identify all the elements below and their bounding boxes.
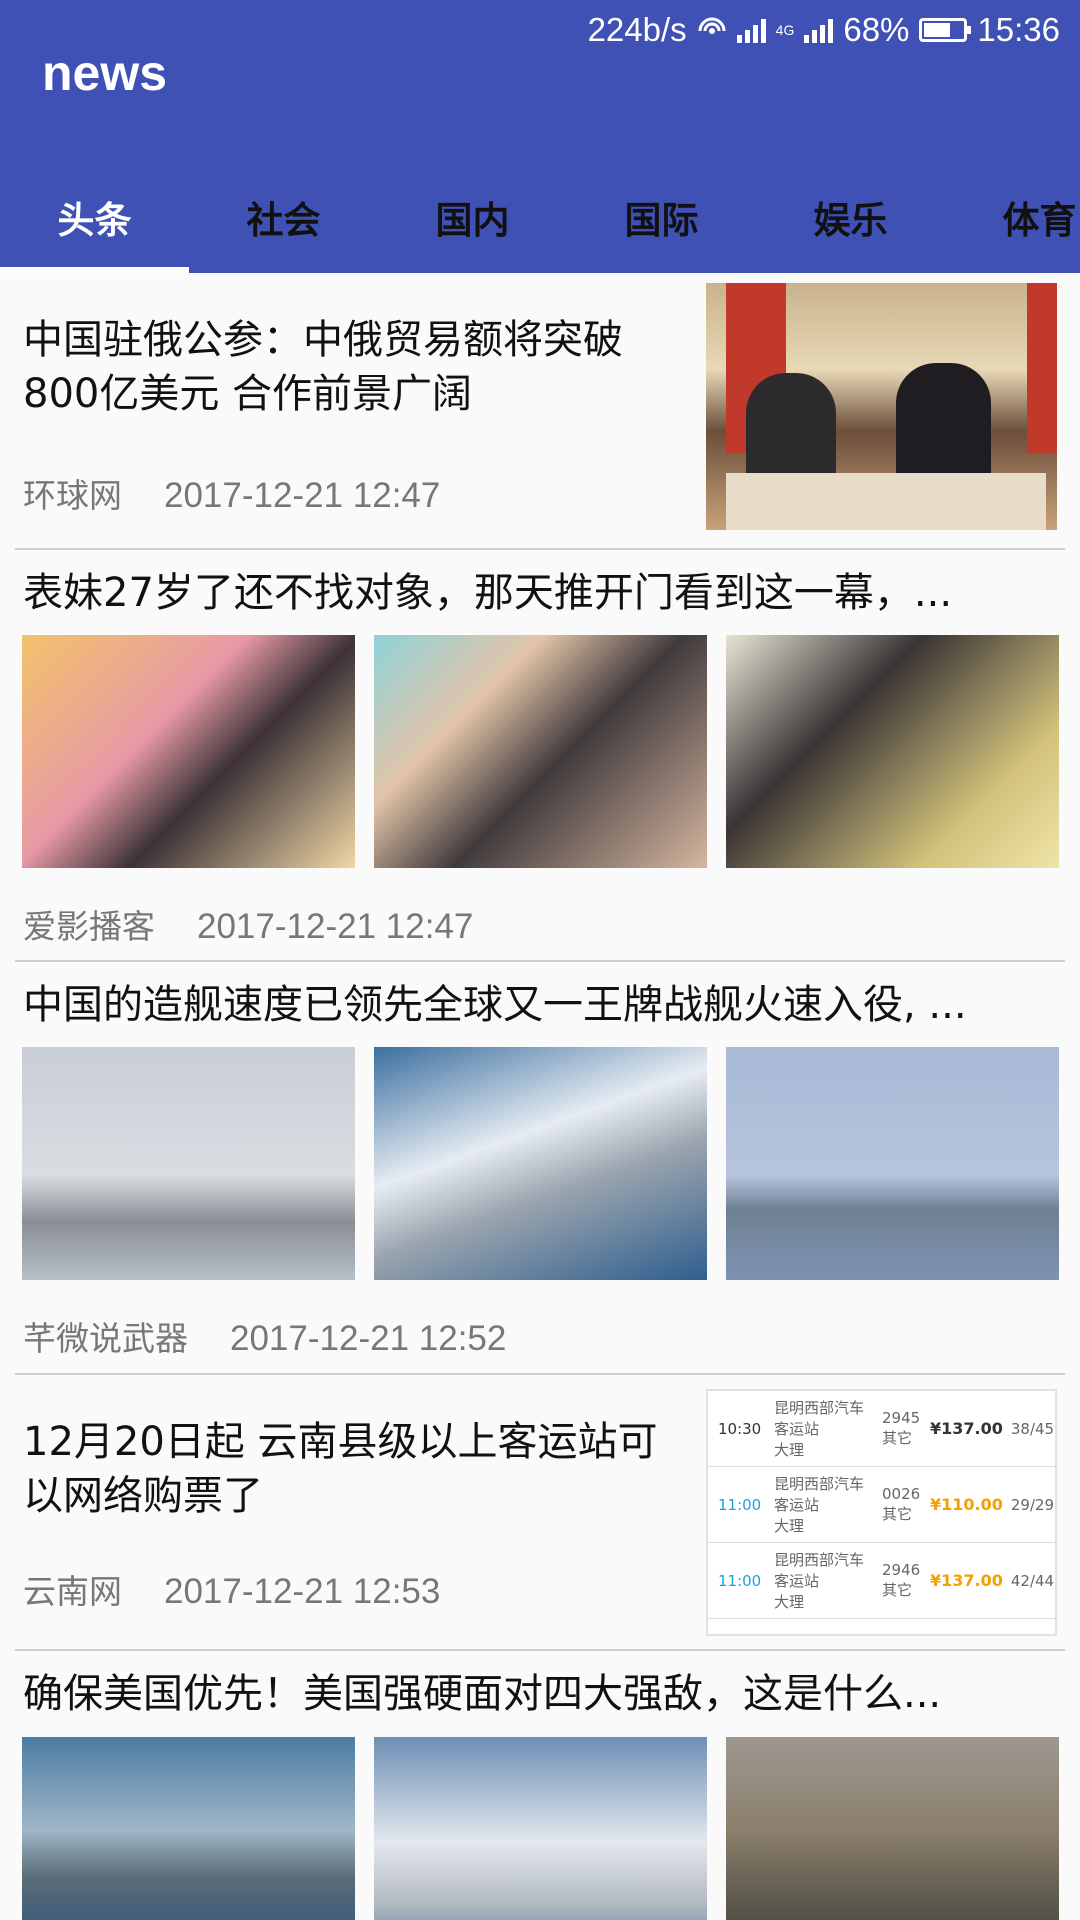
news-item[interactable]: 确保美国优先！美国强硬面对四大强敌，这是什么...	[15, 1651, 1065, 1920]
tab-sports[interactable]: 体育	[945, 170, 1080, 273]
ticket-station-name: 昆明西部汽车客运站	[774, 1551, 865, 1590]
article-title: 中国的造舰速度已领先全球又一王牌战舰火速入役, ...	[23, 982, 967, 1028]
tab-label: 头条	[57, 199, 132, 242]
ticket-time: 10:30	[718, 1419, 762, 1438]
article-title: 12月20日起 云南县级以上客运站可以网络购票了	[23, 1419, 658, 1519]
article-title: 表妹27岁了还不找对象，那天推开门看到这一幕，...	[23, 570, 953, 616]
app-bar: 224b/s 4G 68% 15:36 news 头条 社会 国内 国际 娱乐 …	[0, 0, 1080, 273]
tab-label: 娱乐	[813, 199, 888, 242]
ticket-station: 昆明西部汽车客运站大理	[774, 1473, 874, 1536]
article-image-2[interactable]	[374, 1047, 707, 1280]
article-time: 2017-12-21 12:52	[230, 1319, 507, 1358]
ticket-seats: 29/29	[1010, 1495, 1055, 1514]
tab-label: 社会	[246, 199, 321, 242]
article-thumbnail[interactable]	[706, 283, 1057, 530]
news-item[interactable]: 表妹27岁了还不找对象，那天推开门看到这一幕，... 爱影播客 2017-12-2…	[15, 550, 1065, 962]
news-item[interactable]: 中国的造舰速度已领先全球又一王牌战舰火速入役, ... 芊微说武器 2017-12…	[15, 962, 1065, 1375]
tab-label: 国际	[624, 199, 699, 242]
article-image-1[interactable]	[22, 635, 355, 868]
ticket-row: 11:00 昆明西部汽车客运站大理 2946 其它 ¥137.00 42/44	[708, 1543, 1055, 1619]
tab-entertainment[interactable]: 娱乐	[756, 170, 945, 273]
article-thumbnail[interactable]: 10:30 昆明西部汽车客运站 大理 2945 其它 ¥137.00 38/45 1…	[706, 1389, 1057, 1636]
ticket-type: 其它	[882, 1429, 913, 1447]
article-source: 芊微说武器	[23, 1319, 188, 1358]
ticket-code: 2946 其它	[882, 1561, 922, 1600]
article-source: 云南网	[23, 1572, 122, 1611]
ticket-code: 0026 其它	[882, 1485, 922, 1524]
hotspot-icon	[697, 11, 727, 49]
article-image-1[interactable]	[22, 1047, 355, 1280]
ticket-dest: 大理	[774, 1517, 805, 1535]
article-source: 爱影播客	[23, 907, 155, 946]
article-title: 中国驻俄公参：中俄贸易额将突破800亿美元 合作前景广阔	[23, 317, 623, 417]
ticket-code: 2945 其它	[882, 1409, 922, 1448]
tab-headlines[interactable]: 头条	[0, 170, 189, 273]
ticket-seats: 42/44	[1010, 1571, 1055, 1590]
ticket-dest: 大理	[774, 1593, 805, 1611]
network-speed: 224b/s	[587, 11, 687, 48]
article-time: 2017-12-21 12:53	[164, 1572, 441, 1611]
category-tabs: 头条 社会 国内 国际 娱乐 体育	[0, 170, 1080, 273]
news-feed[interactable]: 中国驻俄公参：中俄贸易额将突破800亿美元 合作前景广阔 环球网 2017-12-…	[0, 273, 1080, 1920]
article-image-3[interactable]	[726, 1047, 1059, 1280]
tab-label: 国内	[435, 199, 510, 242]
ticket-station: 昆明西部汽车客运站大理	[774, 1397, 874, 1460]
article-meta: 爱影播客 2017-12-21 12:47	[23, 900, 473, 948]
ticket-row: 11:00 昆明西部汽车客运站大理 0026 其它 ¥110.00 29/29	[708, 1467, 1055, 1543]
article-time: 2017-12-21 12:47	[197, 907, 474, 946]
ticket-station-name: 昆明西部汽车客运站	[774, 1475, 865, 1514]
ticket-price: ¥137.00	[930, 1419, 1003, 1438]
ticket-code-num: 0026	[882, 1485, 921, 1503]
ticket-row: 10:30 昆明西部汽车客运站大理 2945 其它 ¥137.00 38/45	[708, 1391, 1055, 1467]
article-image-2[interactable]	[374, 635, 707, 868]
article-time: 2017-12-21 12:47	[164, 476, 441, 515]
article-image-2[interactable]	[374, 1737, 707, 1920]
ticket-type: 其它	[882, 1581, 913, 1599]
article-source: 环球网	[23, 476, 122, 515]
app-title: news	[42, 45, 168, 101]
news-item[interactable]: 中国驻俄公参：中俄贸易额将突破800亿美元 合作前景广阔 环球网 2017-12-…	[15, 283, 1065, 550]
article-image-3[interactable]	[726, 1737, 1059, 1920]
tab-label: 体育	[1002, 199, 1077, 242]
ticket-price: ¥110.00	[930, 1495, 1003, 1514]
ticket-time: 11:00	[718, 1495, 762, 1514]
ticket-time: 11:00	[718, 1571, 762, 1590]
battery-percent: 68%	[843, 11, 910, 48]
ticket-seats: 38/45	[1010, 1419, 1055, 1438]
wifi-signal-icon	[736, 17, 766, 43]
ticket-price: ¥137.00	[930, 1571, 1003, 1590]
article-meta: 环球网 2017-12-21 12:47	[23, 469, 440, 517]
article-image-1[interactable]	[22, 1737, 355, 1920]
ticket-dest: 大理	[774, 1441, 805, 1459]
ticket-station-name: 昆明西部汽车客运站	[774, 1399, 865, 1438]
tab-society[interactable]: 社会	[189, 170, 378, 273]
ticket-code-num: 2945	[882, 1409, 921, 1427]
tab-international[interactable]: 国际	[567, 170, 756, 273]
tab-domestic[interactable]: 国内	[378, 170, 567, 273]
battery-icon	[919, 18, 972, 42]
cell-signal-icon	[804, 17, 834, 43]
article-meta: 芊微说武器 2017-12-21 12:52	[23, 1312, 506, 1360]
news-item[interactable]: 12月20日起 云南县级以上客运站可以网络购票了 云南网 2017-12-21 1…	[15, 1375, 1065, 1651]
ticket-type: 其它	[882, 1505, 913, 1523]
article-meta: 云南网 2017-12-21 12:53	[23, 1565, 440, 1613]
ticket-code-num: 2946	[882, 1561, 921, 1579]
clock: 15:36	[977, 11, 1060, 48]
article-title: 确保美国优先！美国强硬面对四大强敌，这是什么...	[23, 1671, 942, 1717]
article-image-3[interactable]	[726, 635, 1059, 868]
ticket-station: 昆明西部汽车客运站大理	[774, 1549, 874, 1612]
network-type: 4G	[775, 22, 795, 38]
